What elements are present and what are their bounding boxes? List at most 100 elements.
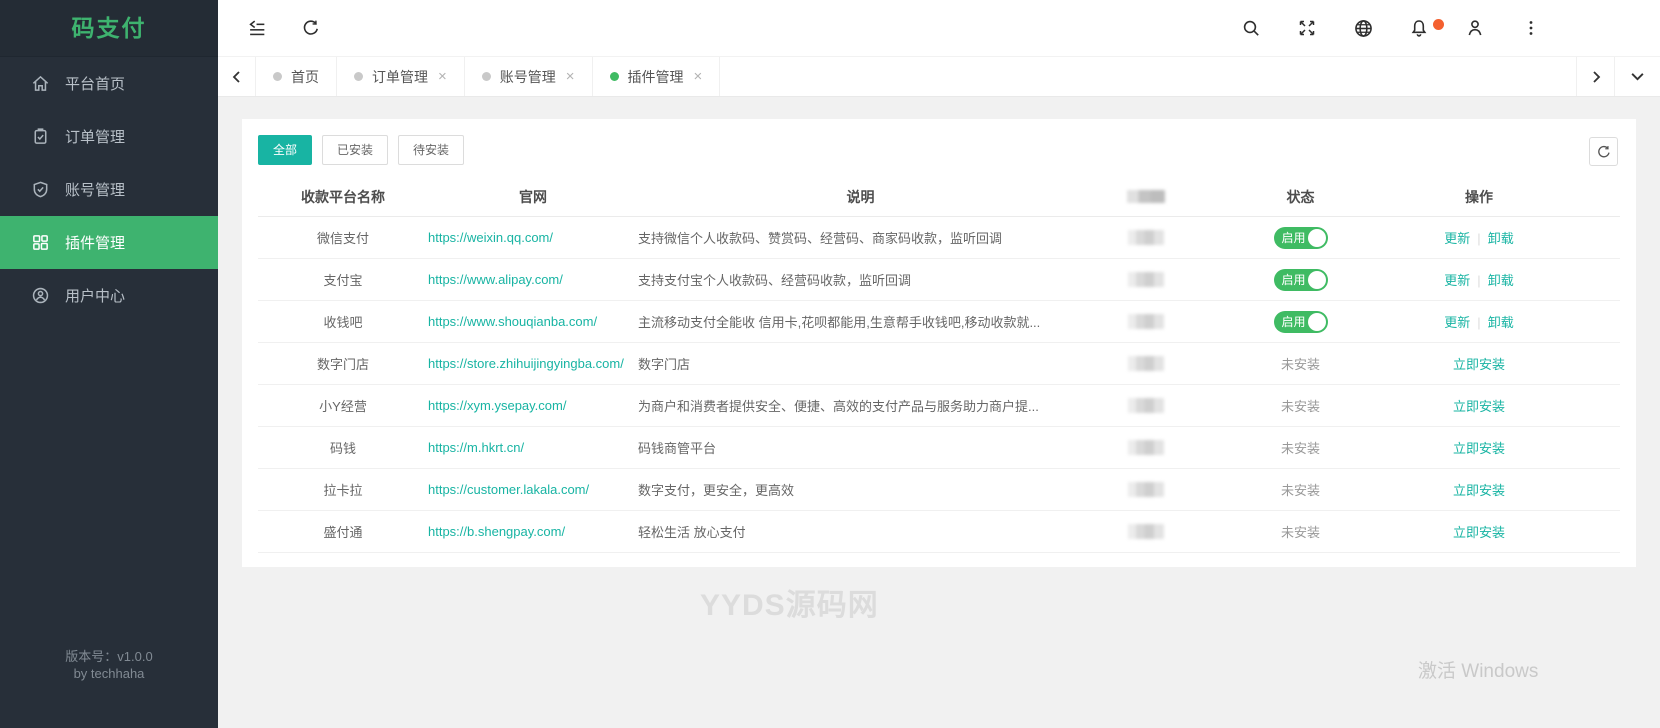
redacted-value	[1127, 440, 1164, 455]
toggle-knob	[1307, 270, 1326, 289]
toggle-knob	[1307, 312, 1326, 331]
enable-toggle[interactable]: 启用	[1273, 268, 1328, 291]
install-now-link[interactable]: 立即安装	[1453, 483, 1505, 498]
content-area: 全部 已安装 待安装 收款平台名称 官网 说明 状态 操作 微信支付 https…	[218, 98, 1660, 728]
sidebar-item-label: 插件管理	[65, 235, 126, 252]
plugin-desc: 数字支付，更安全，更高效	[638, 483, 795, 498]
sidebar-item-label: 订单管理	[65, 129, 126, 146]
tabs-dropdown-icon[interactable]	[1614, 57, 1660, 96]
table-header: 收款平台名称 官网 说明 状态 操作	[258, 177, 1620, 217]
plugin-site-link[interactable]: https://www.alipay.com/	[428, 272, 563, 287]
tab-close-icon[interactable]: ×	[438, 69, 447, 84]
table-row: 收钱吧 https://www.shouqianba.com/ 主流移动支付全能…	[258, 301, 1620, 343]
plugin-site-link[interactable]: https://weixin.qq.com/	[428, 230, 553, 245]
status-not-installed: 未安装	[1280, 483, 1320, 498]
install-now-link[interactable]: 立即安装	[1453, 441, 1505, 456]
tabs-scroll-right-icon[interactable]	[1576, 57, 1614, 96]
version-info: 版本号：v1.0.0 by techhaha	[0, 648, 218, 682]
update-link[interactable]: 更新	[1444, 315, 1470, 330]
more-menu-icon[interactable]	[1520, 17, 1542, 39]
menu-collapse-icon[interactable]	[246, 17, 268, 39]
install-now-link[interactable]: 立即安装	[1453, 399, 1505, 414]
status-not-installed: 未安装	[1280, 357, 1320, 372]
version-author: by techhaha	[73, 666, 145, 681]
plugin-name: 盛付通	[323, 525, 363, 540]
redacted-value	[1127, 482, 1164, 497]
status-not-installed: 未安装	[1280, 525, 1320, 540]
sidebar-item-orders[interactable]: 订单管理	[0, 110, 218, 163]
update-link[interactable]: 更新	[1444, 231, 1470, 246]
plugin-desc: 为商户和消费者提供安全、便捷、高效的支付产品与服务助力商户提...	[638, 399, 1039, 414]
sidebar-item-home[interactable]: 平台首页	[0, 57, 218, 110]
sidebar-item-user-center[interactable]: 用户中心	[0, 269, 218, 322]
tab-dot	[481, 72, 491, 81]
user-icon[interactable]	[1464, 17, 1486, 39]
fullscreen-icon[interactable]	[1296, 17, 1318, 39]
toggle-label: 启用	[1281, 230, 1306, 245]
sidebar-item-label: 用户中心	[65, 288, 126, 305]
tab-label: 订单管理	[372, 68, 428, 85]
table-row: 码钱 https://m.hkrt.cn/ 码钱商管平台 未安装 立即安装	[258, 427, 1620, 469]
plugin-desc: 支持支付宝个人收款码、经营码收款，监听回调	[638, 273, 912, 288]
plugin-name: 支付宝	[323, 273, 363, 288]
plugin-site-link[interactable]: https://customer.lakala.com/	[428, 482, 589, 497]
tabs-scroll-left-icon[interactable]	[218, 57, 256, 96]
bell-icon[interactable]	[1408, 17, 1444, 39]
search-icon[interactable]	[1240, 17, 1262, 39]
plugin-desc: 轻松生活 放心支付	[638, 525, 746, 540]
table-refresh-button[interactable]	[1589, 137, 1618, 166]
plugin-site-link[interactable]: https://xym.ysepay.com/	[428, 398, 566, 413]
tab-accounts[interactable]: 账号管理 ×	[465, 57, 593, 96]
sidebar-item-accounts[interactable]: 账号管理	[0, 163, 218, 216]
filter-pending-button[interactable]: 待安装	[398, 135, 465, 165]
redacted-value	[1127, 272, 1164, 287]
enable-toggle[interactable]: 启用	[1273, 310, 1328, 333]
tab-close-icon[interactable]: ×	[566, 69, 575, 84]
redacted-value	[1127, 398, 1164, 413]
tab-dot	[354, 72, 363, 81]
toggle-label: 启用	[1281, 314, 1306, 329]
update-link[interactable]: 更新	[1444, 273, 1470, 288]
col-header-action: 操作	[1465, 188, 1493, 205]
redacted-value	[1127, 524, 1164, 539]
uninstall-link[interactable]: 卸载	[1488, 231, 1514, 246]
order-icon	[30, 127, 50, 147]
status-not-installed: 未安装	[1280, 399, 1320, 414]
tab-orders[interactable]: 订单管理 ×	[337, 57, 465, 96]
plugin-site-link[interactable]: https://b.shengpay.com/	[428, 524, 565, 539]
table-row: 微信支付 https://weixin.qq.com/ 支持微信个人收款码、赞赏…	[258, 217, 1620, 259]
enable-toggle[interactable]: 启用	[1273, 226, 1328, 249]
plugin-name: 收钱吧	[323, 315, 363, 330]
sidebar-item-plugins[interactable]: 插件管理	[0, 216, 218, 269]
tab-label: 插件管理	[627, 68, 684, 85]
account-icon	[30, 180, 50, 200]
top-toolbar	[218, 0, 1660, 57]
uninstall-link[interactable]: 卸载	[1488, 315, 1514, 330]
sidebar-item-label: 账号管理	[65, 182, 126, 199]
app-logo: 码支付	[0, 0, 218, 57]
globe-icon[interactable]	[1352, 17, 1374, 39]
plugin-site-link[interactable]: https://store.zhihuijingyingba.com/	[428, 356, 624, 371]
notification-dot	[1433, 19, 1444, 30]
tab-home[interactable]: 首页	[256, 57, 337, 96]
toggle-knob	[1307, 228, 1326, 247]
install-now-link[interactable]: 立即安装	[1453, 525, 1505, 540]
version-number: 版本号：v1.0.0	[65, 649, 153, 664]
redacted-value	[1127, 356, 1164, 371]
status-not-installed: 未安装	[1280, 441, 1320, 456]
plugin-name: 码钱	[329, 441, 356, 456]
col-header-desc: 说明	[846, 188, 875, 205]
plugin-site-link[interactable]: https://www.shouqianba.com/	[428, 314, 597, 329]
tab-plugins[interactable]: 插件管理 ×	[593, 57, 721, 96]
tab-close-icon[interactable]: ×	[694, 69, 703, 84]
refresh-icon[interactable]	[300, 17, 322, 39]
plugin-desc: 数字门店	[638, 357, 691, 372]
sidebar: 码支付 平台首页 订单管理 账号管理 插件管理 用户中心 版本号：v1.0.0 …	[0, 0, 218, 728]
home-icon	[30, 74, 50, 94]
install-now-link[interactable]: 立即安装	[1453, 357, 1505, 372]
filter-installed-button[interactable]: 已安装	[322, 135, 389, 165]
col-header-name: 收款平台名称	[301, 188, 385, 205]
uninstall-link[interactable]: 卸载	[1488, 273, 1514, 288]
plugin-site-link[interactable]: https://m.hkrt.cn/	[428, 440, 524, 455]
filter-all-button[interactable]: 全部	[258, 135, 313, 165]
